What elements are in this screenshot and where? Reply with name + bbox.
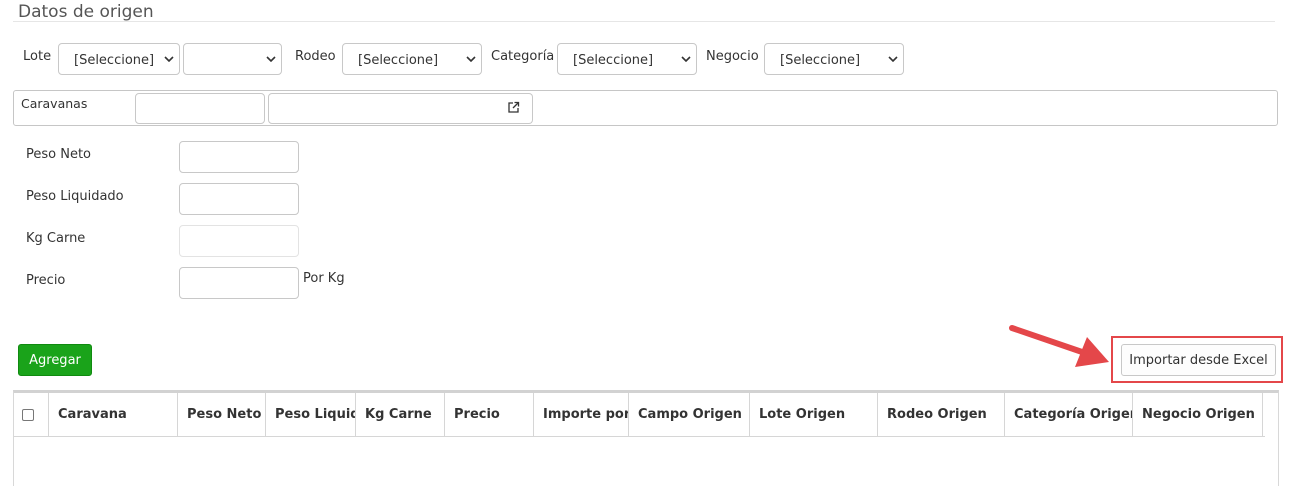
- data-grid: Caravana Peso Neto Peso Liquidado Kg Car…: [13, 390, 1279, 486]
- annotation-arrow: [1009, 325, 1109, 367]
- section-title: Datos de origen: [18, 2, 154, 22]
- lote-sub-select-value: [199, 58, 261, 61]
- precio-input[interactable]: [179, 267, 299, 299]
- lote-sub-select[interactable]: [183, 43, 282, 75]
- column-header-importe[interactable]: Importe por: [534, 393, 629, 436]
- categoria-select-value: [Seleccione]: [573, 53, 654, 68]
- column-header-negocio-origen[interactable]: Negocio Origen: [1133, 393, 1263, 436]
- caravanas-input-from[interactable]: [135, 93, 265, 124]
- chevron-down-icon: [676, 56, 696, 62]
- external-link-button[interactable]: [494, 93, 533, 124]
- rodeo-label: Rodeo: [295, 49, 336, 64]
- column-header-caravana[interactable]: Caravana: [49, 393, 178, 436]
- kg-carne-input: [179, 225, 299, 257]
- precio-unit-label: Por Kg: [303, 271, 345, 286]
- column-header-peso-neto[interactable]: Peso Neto: [178, 393, 266, 436]
- column-header-campo-origen[interactable]: Campo Origen: [629, 393, 750, 436]
- column-header-precio[interactable]: Precio: [445, 393, 534, 436]
- chevron-down-icon: [261, 56, 281, 62]
- negocio-select-value: [Seleccione]: [780, 53, 861, 68]
- peso-neto-label: Peso Neto: [26, 147, 92, 162]
- peso-liquidado-input[interactable]: [179, 183, 299, 215]
- peso-neto-input[interactable]: [179, 141, 299, 173]
- categoria-label: Categoría: [491, 49, 555, 64]
- agregar-button[interactable]: Agregar: [18, 344, 92, 376]
- chevron-down-icon: [461, 56, 481, 62]
- lote-select-value: [Seleccione]: [74, 53, 155, 68]
- select-all-cell: [14, 393, 49, 436]
- title-divider: [13, 21, 1275, 22]
- kg-carne-label: Kg Carne: [26, 231, 86, 246]
- categoria-select[interactable]: [Seleccione]: [557, 43, 697, 75]
- grid-header: Caravana Peso Neto Peso Liquidado Kg Car…: [14, 393, 1265, 437]
- column-header-lote-origen[interactable]: Lote Origen: [750, 393, 878, 436]
- negocio-label: Negocio: [706, 49, 759, 64]
- external-link-icon: [507, 99, 520, 118]
- chevron-down-icon: [883, 56, 903, 62]
- peso-liquidado-label: Peso Liquidado: [26, 189, 124, 204]
- rodeo-select[interactable]: [Seleccione]: [342, 43, 482, 75]
- lote-select[interactable]: [Seleccione]: [58, 43, 180, 75]
- select-all-checkbox[interactable]: [22, 408, 34, 421]
- negocio-select[interactable]: [Seleccione]: [764, 43, 904, 75]
- column-header-kg-carne[interactable]: Kg Carne: [356, 393, 445, 436]
- importar-excel-button[interactable]: Importar desde Excel: [1121, 344, 1276, 376]
- lote-label: Lote: [23, 49, 52, 64]
- precio-label: Precio: [26, 273, 66, 288]
- caravanas-input-to[interactable]: [268, 93, 495, 124]
- chevron-down-icon: [159, 56, 179, 62]
- caravanas-label: Caravanas: [21, 96, 88, 111]
- column-header-categoria-origen[interactable]: Categoría Origen: [1005, 393, 1133, 436]
- column-header-peso-liquidado[interactable]: Peso Liquidado: [266, 393, 356, 436]
- column-header-rodeo-origen[interactable]: Rodeo Origen: [878, 393, 1005, 436]
- rodeo-select-value: [Seleccione]: [358, 53, 439, 68]
